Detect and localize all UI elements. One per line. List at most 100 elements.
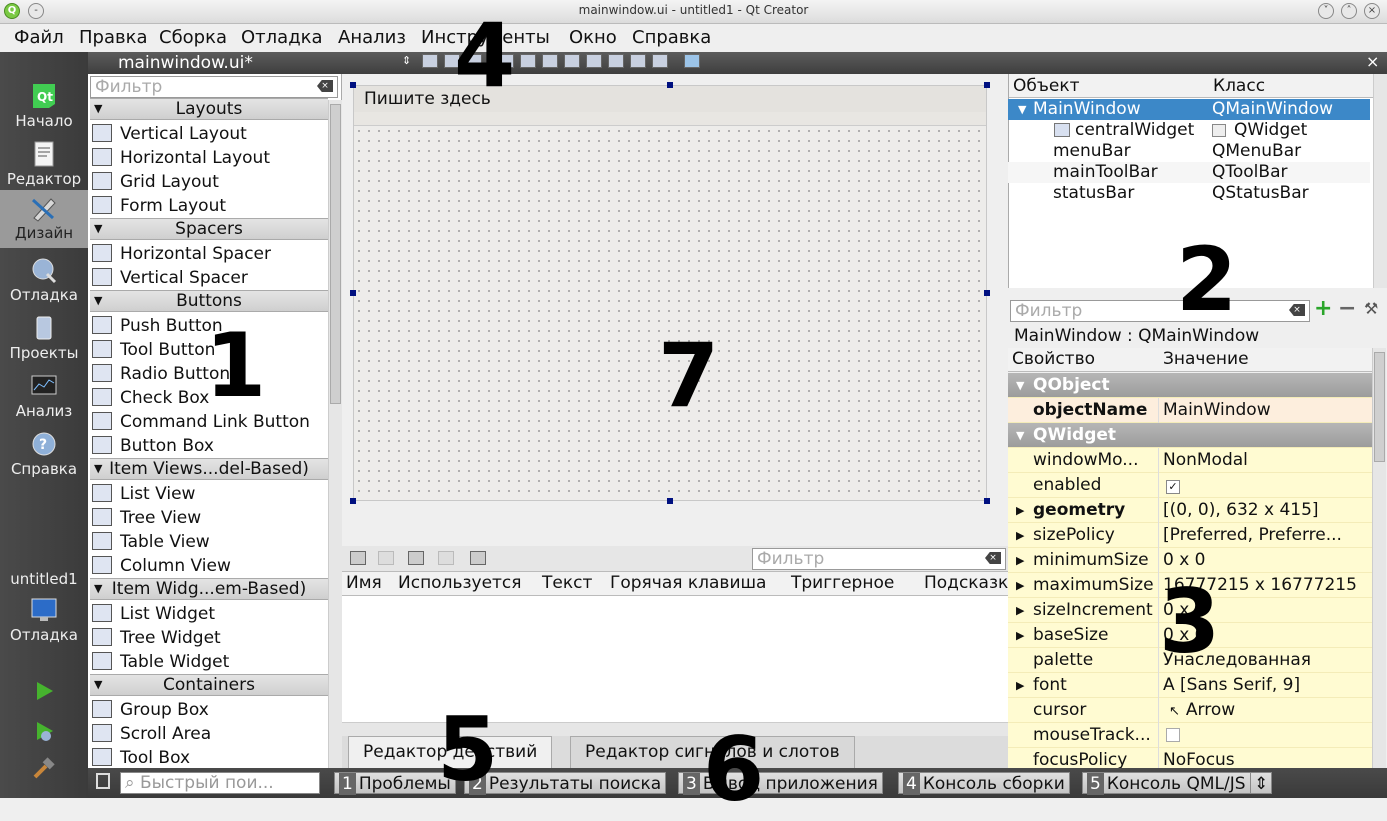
output-pane-qml-console[interactable]: 5 Консоль QML/JS — [1082, 772, 1251, 795]
property-value[interactable]: A [Sans Serif, 9] — [1163, 673, 1372, 698]
widget-item[interactable]: Vertical Layout — [92, 122, 328, 146]
form-menu-placeholder[interactable]: Пишите здесь — [354, 86, 986, 112]
menu-debug[interactable]: Отладка — [241, 27, 323, 48]
widget-item[interactable]: Tree View — [92, 506, 328, 530]
mode-editor[interactable]: Редактор — [0, 136, 88, 194]
collapse-arrow-icon[interactable]: ▼ — [94, 291, 102, 311]
property-row[interactable]: enabled ✓ — [1008, 473, 1372, 498]
add-property-icon[interactable]: + — [1314, 296, 1332, 321]
property-row[interactable]: ▶ geometry [(0, 0), 632 x 415] — [1008, 498, 1372, 523]
property-tools-icon[interactable]: ⚒ — [1364, 299, 1378, 318]
property-row[interactable]: ▶ sizePolicy [Preferred, Preferre... — [1008, 523, 1372, 548]
collapse-arrow-icon[interactable]: ▼ — [94, 219, 102, 239]
widget-item[interactable]: Group Box — [92, 698, 328, 722]
resize-handle[interactable] — [350, 290, 356, 296]
output-pane-compile-output[interactable]: 4 Консоль сборки — [898, 772, 1070, 795]
widget-item[interactable]: List View — [92, 482, 328, 506]
widget-category-header[interactable]: ▼ Item Views...del-Based) — [90, 458, 328, 480]
column-header[interactable]: Свойство — [1012, 349, 1095, 369]
object-inspector-scrollbar[interactable] — [1373, 74, 1387, 288]
property-row[interactable]: objectName MainWindow — [1008, 398, 1372, 423]
toggle-sidebar-icon[interactable] — [96, 773, 110, 789]
widget-item[interactable]: Tree Widget — [92, 626, 328, 650]
widget-item[interactable]: Horizontal Spacer — [92, 242, 328, 266]
view-mode-icon[interactable] — [470, 551, 486, 565]
layout-grid-icon[interactable] — [608, 54, 624, 68]
object-row-centralwidget[interactable]: centralWidget QWidget — [1008, 120, 1370, 141]
property-row[interactable]: ▶ font A [Sans Serif, 9] — [1008, 673, 1372, 698]
widget-item[interactable]: Tool Box — [92, 746, 328, 770]
widget-item[interactable]: Table View — [92, 530, 328, 554]
maximize-button[interactable]: ˄ — [1341, 3, 1357, 19]
menu-build[interactable]: Сборка — [159, 27, 227, 48]
mode-projects[interactable]: Проекты — [0, 310, 88, 368]
mode-debug[interactable]: Отладка — [0, 252, 88, 310]
column-header[interactable]: Триггерное — [791, 573, 894, 593]
layout-splitter-v-icon[interactable] — [564, 54, 580, 68]
widget-filter-input[interactable]: Фильтр × — [90, 76, 338, 98]
resize-handle[interactable] — [984, 290, 990, 296]
property-value[interactable]: [(0, 0), 632 x 415] — [1163, 498, 1372, 523]
remove-property-icon[interactable]: − — [1338, 296, 1356, 321]
resize-handle[interactable] — [984, 82, 990, 88]
property-row[interactable]: windowMo... NonModal — [1008, 448, 1372, 473]
column-header[interactable]: Подсказка — [924, 573, 1008, 593]
clear-filter-icon[interactable]: × — [985, 552, 1001, 564]
column-header[interactable]: Имя — [346, 573, 382, 593]
property-value[interactable]: [Preferred, Preferre... — [1163, 523, 1372, 548]
widget-item[interactable]: Table Widget — [92, 650, 328, 674]
preview-icon[interactable] — [684, 54, 700, 68]
resize-handle[interactable] — [350, 82, 356, 88]
resize-handle[interactable] — [667, 498, 673, 504]
widget-category-header[interactable]: ▼ Spacers — [90, 218, 328, 240]
mode-design[interactable]: Дизайн — [0, 190, 88, 248]
mode-analyze[interactable]: Анализ — [0, 368, 88, 426]
mode-welcome[interactable]: Qt Начало — [0, 78, 88, 136]
property-value[interactable]: ↖ Arrow — [1163, 698, 1372, 723]
property-value[interactable] — [1163, 723, 1372, 748]
property-value[interactable]: MainWindow — [1163, 398, 1372, 423]
menu-window[interactable]: Окно — [569, 27, 617, 48]
resize-handle[interactable] — [667, 82, 673, 88]
collapse-arrow-icon[interactable]: ▼ — [94, 459, 102, 479]
menu-analyze[interactable]: Анализ — [338, 27, 406, 48]
column-header[interactable]: Используется — [398, 573, 522, 593]
widget-item[interactable]: Form Layout — [92, 194, 328, 218]
break-layout-icon[interactable] — [630, 54, 646, 68]
clear-filter-icon[interactable]: × — [1289, 304, 1305, 316]
widget-category-header[interactable]: ▼ Layouts — [90, 98, 328, 120]
adjust-size-icon[interactable] — [652, 54, 668, 68]
resize-handle[interactable] — [350, 498, 356, 504]
document-dropdown-icon[interactable]: ⇕ — [402, 54, 411, 67]
build-hammer-icon[interactable] — [32, 757, 56, 781]
run-icon[interactable] — [32, 679, 56, 703]
layout-form-icon[interactable] — [586, 54, 602, 68]
widget-box-scrollbar[interactable] — [328, 100, 342, 768]
menu-help[interactable]: Справка — [632, 27, 711, 48]
property-row[interactable]: mouseTrack... — [1008, 723, 1372, 748]
object-row-mainwindow[interactable]: ▼ MainWindow QMainWindow — [1008, 99, 1370, 120]
widget-category-header[interactable]: ▼ Item Widg...em-Based) — [90, 578, 328, 600]
object-row-maintoolbar[interactable]: mainToolBar QToolBar — [1008, 162, 1370, 183]
edit-widgets-icon[interactable] — [422, 54, 438, 68]
resize-handle[interactable] — [984, 498, 990, 504]
mode-help[interactable]: ? Справка — [0, 426, 88, 484]
column-header[interactable]: Текст — [542, 573, 592, 593]
collapse-arrow-icon[interactable]: ▼ — [94, 579, 102, 599]
mouse-tracking-checkbox[interactable] — [1166, 728, 1180, 742]
widget-item[interactable]: Vertical Spacer — [92, 266, 328, 290]
widget-item[interactable]: Button Box — [92, 434, 328, 458]
property-filter-input[interactable]: Фильтр × — [1010, 300, 1310, 322]
widget-item[interactable]: List Widget — [92, 602, 328, 626]
widget-item[interactable]: Scroll Area — [92, 722, 328, 746]
property-editor-scrollbar[interactable] — [1372, 348, 1386, 768]
delete-action-icon[interactable] — [438, 551, 454, 565]
widget-item[interactable]: Grid Layout — [92, 170, 328, 194]
kit-selector[interactable]: Отладка — [0, 592, 88, 650]
locator-input[interactable]: ⌕ Быстрый пои... — [120, 772, 320, 794]
column-header[interactable]: Класс — [1209, 74, 1373, 98]
copy-action-icon[interactable] — [378, 551, 394, 565]
column-header[interactable]: Горячая клавиша — [610, 573, 766, 593]
clear-filter-icon[interactable]: × — [317, 80, 333, 92]
minimize-button[interactable]: ˅ — [1318, 3, 1334, 19]
